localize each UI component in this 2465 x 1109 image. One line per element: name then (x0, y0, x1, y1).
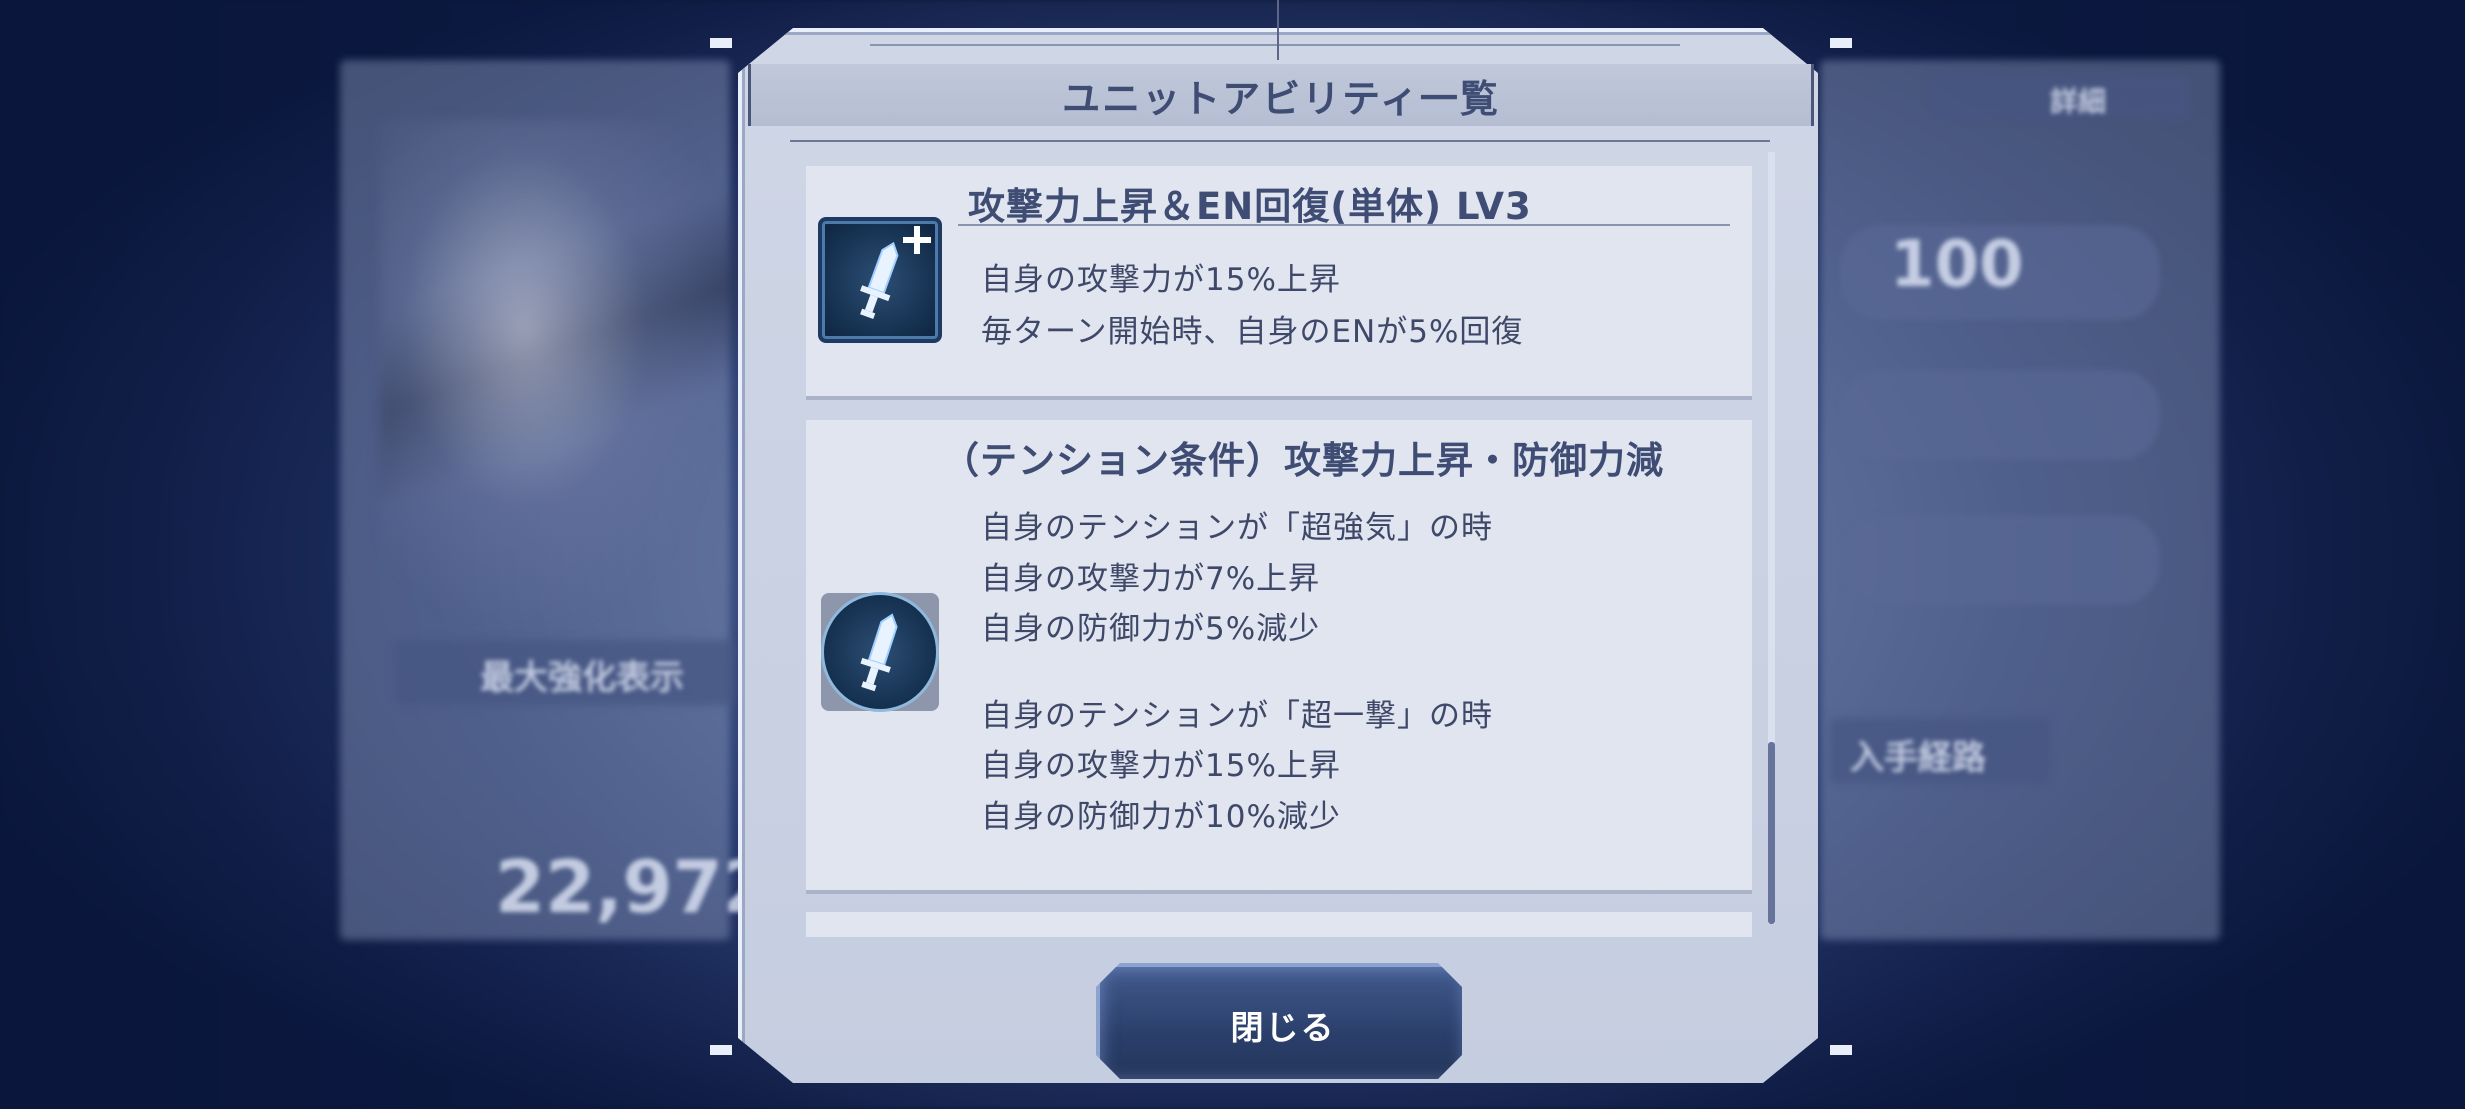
bg-search-pill-2 (1840, 515, 2160, 605)
ability-icon-box (818, 590, 942, 714)
ability-desc-line: 自身の防御力が10%減少 (981, 799, 1341, 835)
corner-mark-br (1830, 1045, 1852, 1055)
sword-round-icon-frame (821, 592, 939, 712)
ability-icon-box (818, 217, 942, 343)
corner-mark-tr (1830, 38, 1852, 48)
ability-desc-line: 自身の攻撃力が15%上昇 (981, 262, 1341, 298)
ability-desc-line: 自身の防御力が5%減少 (981, 611, 1321, 647)
close-button-label: 閉じる (1230, 1008, 1336, 1047)
scrollbar-thumb[interactable] (1768, 742, 1775, 924)
bg-acquire-label: 入手経路 (1850, 738, 1986, 778)
ability-desc-line: 自身の攻撃力が15%上昇 (981, 748, 1341, 784)
sword-round-icon (821, 592, 939, 712)
corner-mark-bl (710, 1045, 732, 1055)
ability-desc-line: 毎ターン開始時、自身のENが5%回復 (981, 314, 1524, 350)
ability-title: 攻撃力上昇＆EN回復(単体) LV3 (968, 185, 1532, 228)
bg-max-enhance-label: 最大強化表示 (480, 658, 684, 698)
modal-title-bar: ユニットアビリティ一覧 (748, 64, 1814, 126)
bg-detail-label: 詳細 (2050, 85, 2107, 118)
top-decoration-tick (1277, 0, 1279, 60)
ability-card: 攻撃力上昇＆EN回復(単体) LV3 自身の攻撃力が15%上昇 毎ターン開始時、… (806, 166, 1752, 396)
bg-power-value: 22,972 (495, 845, 773, 929)
top-decoration-line (870, 44, 1680, 50)
ability-desc-line: 自身のテンションが「超強気」の時 (981, 510, 1493, 546)
corner-mark-tl (710, 38, 732, 48)
bg-unit-artwork (380, 120, 740, 640)
ability-desc-line: 自身の攻撃力が7%上昇 (981, 561, 1321, 597)
ability-card-partial (806, 912, 1752, 937)
bg-level-value: 100 (1890, 228, 2024, 302)
bg-right-panel (1820, 60, 2220, 940)
sword-plus-icon (818, 217, 942, 343)
ability-desc-line: 自身のテンションが「超一撃」の時 (981, 698, 1493, 734)
bg-search-pill-1 (1840, 370, 2160, 460)
ability-card: （テンション条件）攻撃力上昇・防御力減 自身のテンションが「超強気」の時 自身の… (806, 420, 1752, 890)
close-button[interactable]: 閉じる (1096, 963, 1462, 1079)
ability-title-underline (958, 224, 1730, 226)
ability-title: （テンション条件）攻撃力上昇・防御力減 (942, 439, 1664, 482)
modal-title: ユニットアビリティ一覧 (1062, 76, 1500, 121)
ability-scroll-list[interactable]: 攻撃力上昇＆EN回復(単体) LV3 自身の攻撃力が15%上昇 毎ターン開始時、… (790, 140, 1770, 937)
